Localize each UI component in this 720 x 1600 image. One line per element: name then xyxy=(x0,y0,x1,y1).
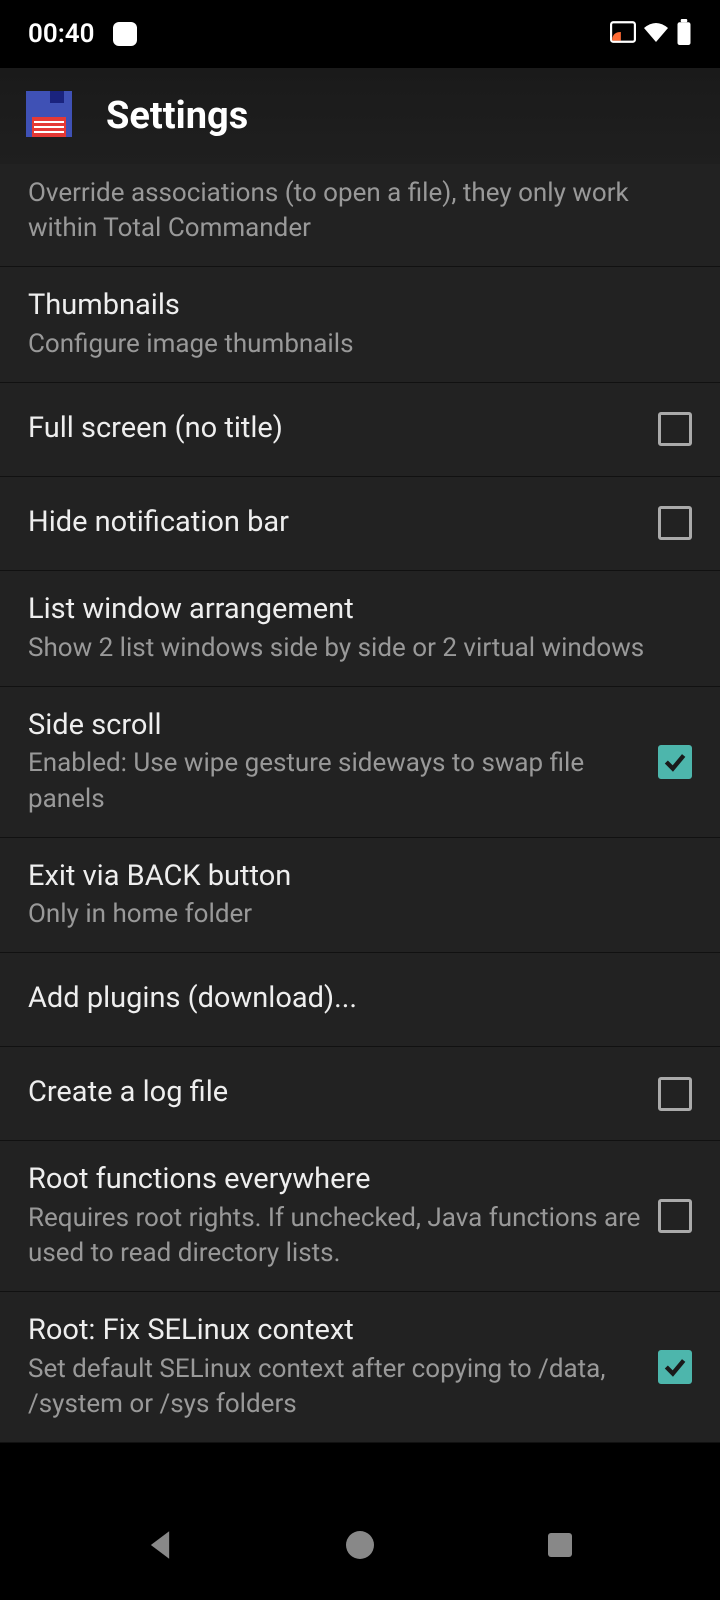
setting-item-fullscreen[interactable]: Full screen (no title) xyxy=(0,383,720,477)
status-right xyxy=(610,19,692,49)
setting-text: Root functions everywhere Requires root … xyxy=(28,1161,658,1271)
nav-back-button[interactable] xyxy=(142,1527,178,1563)
setting-subtitle: Override associations (to open a file), … xyxy=(28,176,676,246)
setting-text: Hide notification bar xyxy=(28,504,658,544)
status-bar: 00:40 xyxy=(0,0,720,68)
hide-notification-checkbox[interactable] xyxy=(658,506,692,540)
status-time: 00:40 xyxy=(28,19,95,49)
setting-subtitle: Only in home folder xyxy=(28,897,676,932)
setting-text: Override associations (to open a file), … xyxy=(28,176,692,246)
floppy-disk-icon xyxy=(24,89,74,143)
wifi-icon xyxy=(644,22,668,46)
setting-title: Hide notification bar xyxy=(28,504,642,542)
setting-title: Add plugins (download)... xyxy=(28,980,676,1018)
setting-item-exit-back[interactable]: Exit via BACK button Only in home folder xyxy=(0,838,720,954)
page-title: Settings xyxy=(106,94,248,138)
setting-item-side-scroll[interactable]: Side scroll Enabled: Use wipe gesture si… xyxy=(0,687,720,838)
setting-subtitle: Show 2 list windows side by side or 2 vi… xyxy=(28,631,676,666)
setting-text: Full screen (no title) xyxy=(28,410,658,450)
setting-title: Side scroll xyxy=(28,707,642,745)
setting-subtitle: Requires root rights. If unchecked, Java… xyxy=(28,1201,642,1271)
cast-icon xyxy=(610,21,636,47)
setting-text: List window arrangement Show 2 list wind… xyxy=(28,591,692,666)
setting-title: List window arrangement xyxy=(28,591,676,629)
setting-text: Side scroll Enabled: Use wipe gesture si… xyxy=(28,707,658,817)
setting-title: Root: Fix SELinux context xyxy=(28,1312,642,1350)
log-file-checkbox[interactable] xyxy=(658,1077,692,1111)
setting-item-list-arrangement[interactable]: List window arrangement Show 2 list wind… xyxy=(0,571,720,687)
notification-indicator-icon xyxy=(113,22,137,46)
setting-item-thumbnails[interactable]: Thumbnails Configure image thumbnails xyxy=(0,267,720,383)
root-selinux-checkbox[interactable] xyxy=(658,1350,692,1384)
setting-text: Thumbnails Configure image thumbnails xyxy=(28,287,692,362)
settings-list: Override associations (to open a file), … xyxy=(0,164,720,1443)
setting-text: Exit via BACK button Only in home folder xyxy=(28,858,692,933)
battery-icon xyxy=(676,19,692,49)
setting-item-associations[interactable]: Override associations (to open a file), … xyxy=(0,164,720,267)
fullscreen-checkbox[interactable] xyxy=(658,412,692,446)
setting-item-add-plugins[interactable]: Add plugins (download)... xyxy=(0,953,720,1047)
setting-text: Create a log file xyxy=(28,1074,658,1114)
setting-title: Thumbnails xyxy=(28,287,676,325)
side-scroll-checkbox[interactable] xyxy=(658,745,692,779)
status-left: 00:40 xyxy=(28,19,137,49)
app-header: Settings xyxy=(0,68,720,164)
setting-item-root-functions[interactable]: Root functions everywhere Requires root … xyxy=(0,1141,720,1292)
setting-title: Root functions everywhere xyxy=(28,1161,642,1199)
setting-subtitle: Enabled: Use wipe gesture sideways to sw… xyxy=(28,746,642,816)
setting-item-log-file[interactable]: Create a log file xyxy=(0,1047,720,1141)
setting-title: Full screen (no title) xyxy=(28,410,642,448)
nav-recent-button[interactable] xyxy=(542,1527,578,1563)
nav-home-button[interactable] xyxy=(342,1527,378,1563)
setting-title: Exit via BACK button xyxy=(28,858,676,896)
setting-item-hide-notification[interactable]: Hide notification bar xyxy=(0,477,720,571)
setting-text: Add plugins (download)... xyxy=(28,980,692,1020)
navigation-bar xyxy=(0,1490,720,1600)
setting-subtitle: Set default SELinux context after copyin… xyxy=(28,1352,642,1422)
setting-subtitle: Configure image thumbnails xyxy=(28,327,676,362)
root-functions-checkbox[interactable] xyxy=(658,1199,692,1233)
setting-text: Root: Fix SELinux context Set default SE… xyxy=(28,1312,658,1422)
setting-title: Create a log file xyxy=(28,1074,642,1112)
setting-item-root-selinux[interactable]: Root: Fix SELinux context Set default SE… xyxy=(0,1292,720,1443)
